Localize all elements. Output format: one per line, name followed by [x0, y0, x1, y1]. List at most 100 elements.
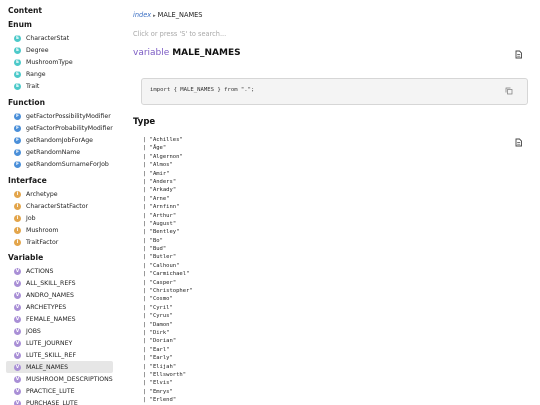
sidebar-item-label: FEMALE_NAMES: [26, 315, 76, 323]
copy-icon[interactable]: [505, 87, 513, 95]
search-input[interactable]: Click or press 'S' to search...: [133, 30, 226, 38]
type-union-member: | "Algernon": [143, 153, 183, 160]
enum-kind-icon: E: [14, 46, 21, 54]
type-union-member: | "Elvis": [143, 380, 173, 387]
sidebar-item-label: CharacterStat: [26, 34, 70, 42]
type-union-member: | "Arthur": [143, 212, 177, 219]
sidebar-item-characterstatfactor[interactable]: I CharacterStatFactor: [6, 200, 113, 212]
type-union-member: | "Bud": [143, 246, 167, 253]
fn-kind-icon: F: [14, 124, 21, 132]
sidebar-item-getfactorpossibilitymodifier[interactable]: FgetFactorPossibilityModifier: [6, 110, 113, 122]
enum-kind-icon: E: [14, 82, 21, 90]
sidebar-item-label: CharacterStatFactor: [26, 202, 89, 210]
sidebar-item-practice-lute[interactable]: V PRACTICE_LUTE: [6, 385, 113, 397]
type-union-member: | "Earl": [143, 346, 170, 353]
type-union-member: | "Early": [143, 355, 173, 362]
sidebar-item-job[interactable]: I Job: [6, 212, 113, 224]
sidebar-item-range[interactable]: E Range: [6, 68, 113, 80]
title-keyword: variable: [133, 48, 170, 58]
sidebar-item-traitfactor[interactable]: I TraitFactor: [6, 236, 113, 248]
type-union-member: | "Elijah": [143, 363, 177, 370]
sidebar-item-label: Degree: [26, 46, 49, 54]
sidebar-item-archetypes[interactable]: V ARCHETYPES: [6, 301, 113, 313]
sidebar-item-jobs[interactable]: V JOBS: [6, 325, 113, 337]
type-union-member: | "Bo": [143, 237, 163, 244]
sidebar-item-label: getRandomJobForAge: [26, 136, 93, 144]
type-union-member: | "Åge": [143, 145, 167, 152]
breadcrumb: index ▸ MALE_NAMES: [133, 11, 203, 19]
sidebar-item-label: ARCHETYPES: [26, 303, 67, 311]
sidebar-item-purchase-lute[interactable]: V PURCHASE_LUTE: [6, 397, 113, 405]
sidebar-group-enum: Enum E CharacterStat E Degree E MushroomType E…: [0, 20, 125, 92]
type-union-member: | "Cyrus": [143, 313, 173, 320]
sidebar-item-label: TraitFactor: [26, 238, 59, 246]
page-title: variable MALE_NAMES: [133, 48, 241, 58]
sidebar-section-title: Function: [8, 98, 45, 107]
var-kind-icon: V: [14, 279, 21, 287]
sidebar-item-label: getFactorPossibilityModifier: [26, 112, 111, 120]
document-icon[interactable]: [514, 50, 523, 59]
sidebar-item-label: getRandomSurnameForJob: [26, 160, 109, 168]
sidebar-item-actions[interactable]: V ACTIONS: [6, 265, 113, 277]
fn-kind-icon: F: [14, 160, 21, 168]
type-union-member: | "Anders": [143, 178, 177, 185]
breadcrumb-separator: ▸: [153, 13, 156, 19]
sidebar-item-all-skill-refs[interactable]: V ALL_SKILL_REFS: [6, 277, 113, 289]
sidebar-item-andro-names[interactable]: V ANDRO_NAMES: [6, 289, 113, 301]
sidebar-group-content: Content: [0, 6, 125, 18]
breadcrumb-current: MALE_NAMES: [157, 11, 203, 19]
sidebar-group-interface: Interface I Archetype I CharacterStatFactor…: [0, 176, 125, 248]
sidebar-item-getrandomsurnameforjob[interactable]: FgetRandomSurnameForJob: [6, 158, 113, 170]
sidebar-item-label: Trait: [26, 82, 40, 90]
sidebar-item-mushroom-descriptions[interactable]: V MUSHROOM_DESCRIPTIONS: [6, 373, 113, 385]
var-kind-icon: V: [14, 327, 21, 335]
enum-kind-icon: E: [14, 34, 21, 42]
type-union-member: | "Casper": [143, 279, 177, 286]
sidebar-item-label: ANDRO_NAMES: [26, 291, 74, 299]
sidebar-item-label: Job: [26, 214, 36, 222]
sidebar-item-degree[interactable]: E Degree: [6, 44, 113, 56]
sidebar-item-getrandomjobforage[interactable]: FgetRandomJobForAge: [6, 134, 113, 146]
sidebar-item-getfactorprobabilitymodifier[interactable]: FgetFactorProbabilityModifier: [6, 122, 113, 134]
iface-kind-icon: I: [14, 202, 21, 210]
sidebar-item-male-names[interactable]: V MALE_NAMES: [6, 361, 113, 373]
sidebar-item-label: getFactorProbabilityModifier: [26, 124, 113, 132]
import-code-block: import { MALE_NAMES } from ".";: [141, 78, 528, 105]
fn-kind-icon: F: [14, 136, 21, 144]
type-union-member: | "Dirk": [143, 329, 170, 336]
sidebar-section-title: Enum: [8, 20, 32, 29]
sidebar-item-archetype[interactable]: I Archetype: [6, 188, 113, 200]
var-kind-icon: V: [14, 399, 21, 405]
sidebar-item-mushroom[interactable]: I Mushroom: [6, 224, 113, 236]
sidebar-item-female-names[interactable]: V FEMALE_NAMES: [6, 313, 113, 325]
type-union-member: | "Arkady": [143, 187, 177, 194]
sidebar-item-mushroomtype[interactable]: E MushroomType: [6, 56, 113, 68]
breadcrumb-index-link[interactable]: index: [133, 11, 151, 19]
sidebar-group-function: Function FgetFactorPossibilityModifier Fg…: [0, 98, 125, 170]
sidebar-item-characterstat[interactable]: E CharacterStat: [6, 32, 113, 44]
sidebar-group-variable: Variable V ACTIONS V ALL_SKILL_REFS V ANDRO_N…: [0, 253, 125, 405]
type-union-member: | "Christopher": [143, 288, 193, 295]
var-kind-icon: V: [14, 339, 21, 347]
sidebar: Content Enum E CharacterStat E Degree E Mushr…: [0, 0, 125, 405]
fn-kind-icon: F: [14, 148, 21, 156]
title-name: MALE_NAMES: [172, 48, 241, 58]
sidebar-section-title: Content: [8, 6, 43, 15]
sidebar-item-label: LUTE_SKILL_REF: [26, 351, 77, 359]
sidebar-item-lute-journey[interactable]: V LUTE_JOURNEY: [6, 337, 113, 349]
sidebar-item-getrandomname[interactable]: FgetRandomName: [6, 146, 113, 158]
type-union-member: | "Butler": [143, 254, 177, 261]
type-union-member: | "Calhoun": [143, 262, 180, 269]
sidebar-item-label: ACTIONS: [26, 267, 54, 275]
type-union-member: | "Arne": [143, 195, 170, 202]
type-union-member: | "Cyril": [143, 304, 173, 311]
type-union-member: | "Emrys": [143, 388, 173, 395]
var-kind-icon: V: [14, 351, 21, 359]
sidebar-item-trait[interactable]: E Trait: [6, 80, 113, 92]
iface-kind-icon: I: [14, 214, 21, 222]
document-icon[interactable]: [514, 138, 523, 147]
sidebar-item-lute-skill-ref[interactable]: V LUTE_SKILL_REF: [6, 349, 113, 361]
iface-kind-icon: I: [14, 190, 21, 198]
var-kind-icon: V: [14, 315, 21, 323]
sidebar-item-label: Archetype: [26, 190, 58, 198]
